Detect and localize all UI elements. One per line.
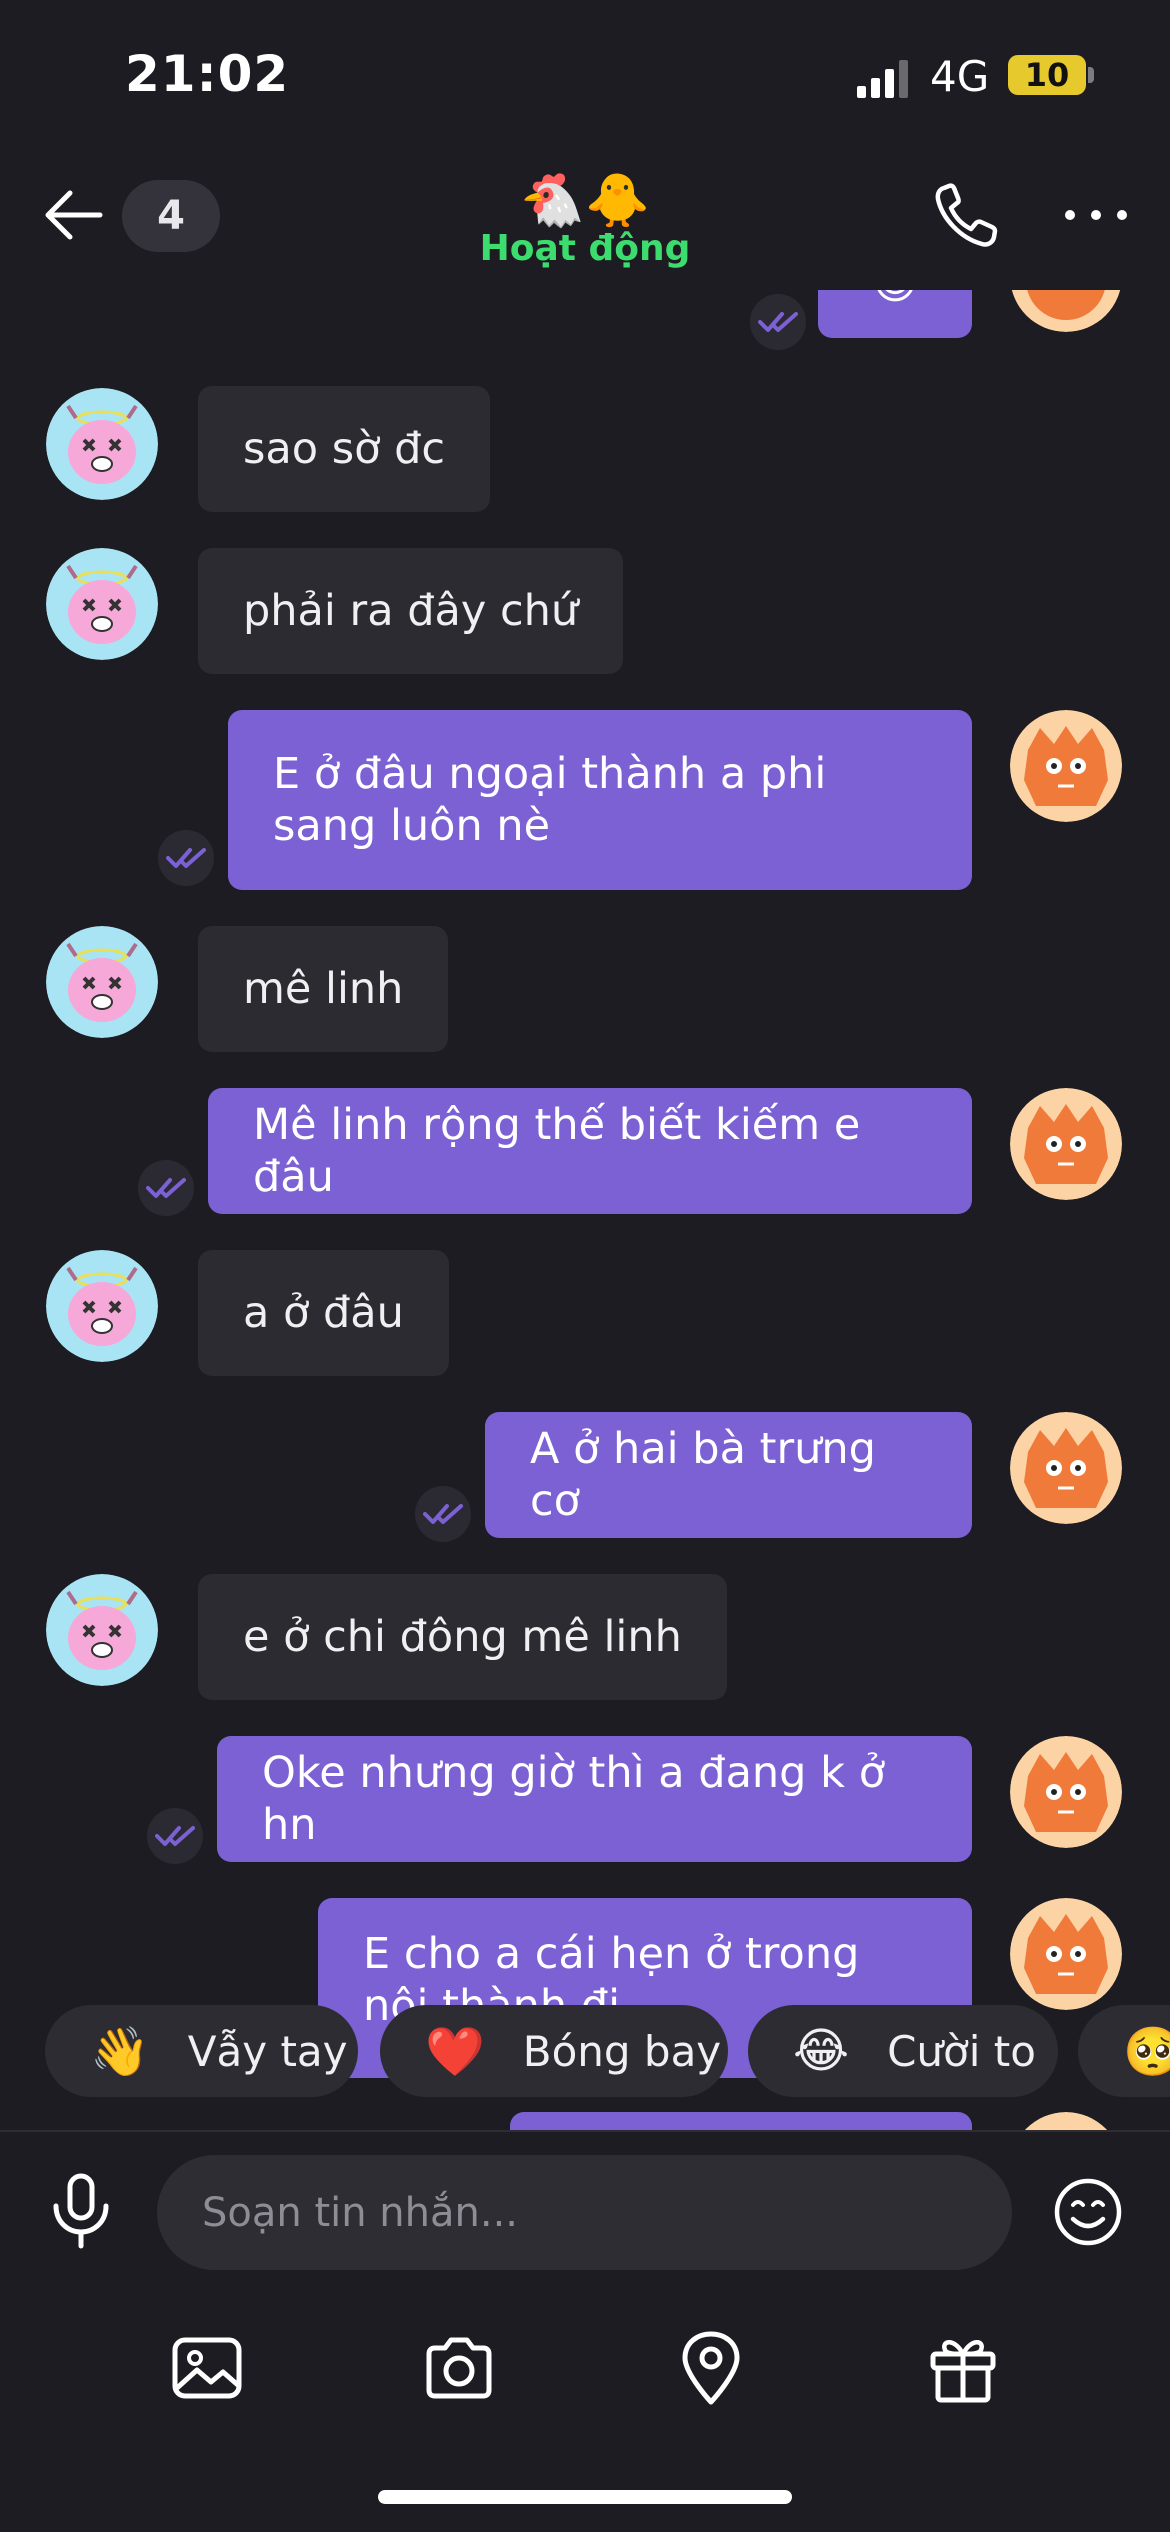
wave-icon: 👋 bbox=[90, 2023, 150, 2080]
unread-count-badge[interactable]: 4 bbox=[122, 180, 220, 252]
my-avatar[interactable] bbox=[1010, 1736, 1122, 1848]
message-text: Oke nhưng giờ thì a đang k ở hn bbox=[262, 1748, 886, 1850]
read-receipt-icon bbox=[147, 1808, 203, 1864]
laughing-icon: 😂 bbox=[793, 2023, 850, 2079]
contact-avatar[interactable] bbox=[46, 926, 158, 1038]
my-avatar[interactable] bbox=[1010, 1412, 1122, 1524]
my-avatar-partial[interactable] bbox=[1010, 2112, 1122, 2130]
message-text: A ở hai bà trưng cơ bbox=[530, 1424, 876, 1526]
pleading-face-icon: 🥺 bbox=[1123, 2023, 1170, 2080]
unread-count: 4 bbox=[157, 193, 185, 239]
message-bubble-incoming[interactable]: a ở đâu bbox=[198, 1250, 449, 1376]
status-time: 21:02 bbox=[125, 45, 290, 103]
heart-icon: ❤️ bbox=[425, 2023, 485, 2080]
message-list[interactable]: 😊 sao sờ đc phải ra đây chứ bbox=[0, 290, 1170, 2130]
back-arrow-icon[interactable] bbox=[40, 180, 110, 250]
network-label: 4G bbox=[930, 52, 990, 101]
emoji-picker-icon[interactable] bbox=[1053, 2177, 1123, 2247]
status-bar: 21:02 4G 10 bbox=[0, 0, 1170, 150]
location-icon[interactable] bbox=[673, 2330, 749, 2406]
emoji-partial: 😊 bbox=[872, 290, 918, 310]
message-text: a ở đâu bbox=[243, 1288, 404, 1338]
message-bubble-outgoing[interactable]: E ở đâu ngoại thành a phi sang luôn nè bbox=[228, 710, 972, 890]
my-avatar-partial[interactable] bbox=[1010, 290, 1122, 332]
signal-icon bbox=[857, 60, 908, 98]
more-options-icon[interactable] bbox=[1060, 200, 1132, 230]
gift-icon[interactable] bbox=[925, 2330, 1001, 2406]
battery-level: 10 bbox=[1024, 56, 1070, 94]
message-input[interactable] bbox=[157, 2155, 1012, 2270]
message-bubble-outgoing[interactable]: Mê linh rộng thế biết kiếm e đâu bbox=[208, 1088, 972, 1214]
read-receipt-icon bbox=[158, 830, 214, 886]
reaction-chip-heart[interactable]: ❤️ Bóng bay bbox=[380, 2005, 728, 2097]
message-text: phải ra đây chứ bbox=[243, 586, 579, 636]
contact-status: Hoạt động bbox=[479, 228, 691, 269]
message-bubble-outgoing[interactable]: A ở hai bà trưng cơ bbox=[485, 1412, 972, 1538]
contact-avatar[interactable] bbox=[46, 388, 158, 500]
my-avatar[interactable] bbox=[1010, 1898, 1122, 2010]
message-bubble-outgoing-partial[interactable] bbox=[510, 2112, 972, 2130]
camera-icon[interactable] bbox=[421, 2330, 497, 2406]
message-bubble-incoming[interactable]: mê linh bbox=[198, 926, 449, 1052]
reaction-label: Vẫy tay bbox=[187, 2026, 348, 2076]
read-receipt-icon bbox=[138, 1160, 194, 1216]
message-text: E ở đâu ngoại thành a phi sang luôn nè bbox=[273, 749, 827, 851]
chat-header: 4 🐔🐥 Hoạt động bbox=[0, 150, 1170, 290]
contact-avatar[interactable] bbox=[46, 548, 158, 660]
read-receipt-icon bbox=[415, 1486, 471, 1542]
reaction-label: Bóng bay bbox=[522, 2026, 722, 2076]
message-text: sao sờ đc bbox=[243, 424, 446, 474]
home-indicator bbox=[378, 2490, 792, 2504]
quick-reaction-bar[interactable]: 👋 Vẫy tay ❤️ Bóng bay 😂 Cười to 🥺 bbox=[0, 2005, 1170, 2097]
message-bubble-outgoing-partial[interactable]: 😊 bbox=[818, 290, 972, 338]
phone-call-icon[interactable] bbox=[930, 180, 1002, 252]
battery-cap bbox=[1088, 67, 1094, 83]
image-icon[interactable] bbox=[169, 2330, 245, 2406]
message-text: Mê linh rộng thế biết kiếm e đâu bbox=[253, 1100, 861, 1202]
composer-divider bbox=[0, 2130, 1170, 2132]
message-text: e ở chi đông mê linh bbox=[243, 1612, 682, 1662]
contact-avatar[interactable] bbox=[46, 1250, 158, 1362]
read-receipt-icon bbox=[750, 294, 806, 350]
message-bubble-outgoing[interactable]: Oke nhưng giờ thì a đang k ở hn bbox=[217, 1736, 972, 1862]
reaction-chip-pleading[interactable]: 🥺 bbox=[1078, 2005, 1170, 2097]
contact-avatar[interactable] bbox=[46, 1574, 158, 1686]
my-avatar[interactable] bbox=[1010, 1088, 1122, 1200]
message-text: mê linh bbox=[243, 964, 404, 1014]
reaction-label: Cười to bbox=[887, 2026, 1036, 2076]
battery-icon: 10 bbox=[1008, 55, 1086, 95]
reaction-chip-wave[interactable]: 👋 Vẫy tay bbox=[45, 2005, 358, 2097]
message-bubble-incoming[interactable]: sao sờ đc bbox=[198, 386, 491, 512]
message-bubble-incoming[interactable]: phải ra đây chứ bbox=[198, 548, 624, 674]
contact-name-emojis[interactable]: 🐔🐥 bbox=[475, 170, 695, 231]
my-avatar[interactable] bbox=[1010, 710, 1122, 822]
microphone-icon[interactable] bbox=[48, 2172, 114, 2250]
reaction-chip-laugh[interactable]: 😂 Cười to bbox=[748, 2005, 1058, 2097]
message-bubble-incoming[interactable]: e ở chi đông mê linh bbox=[198, 1574, 727, 1700]
